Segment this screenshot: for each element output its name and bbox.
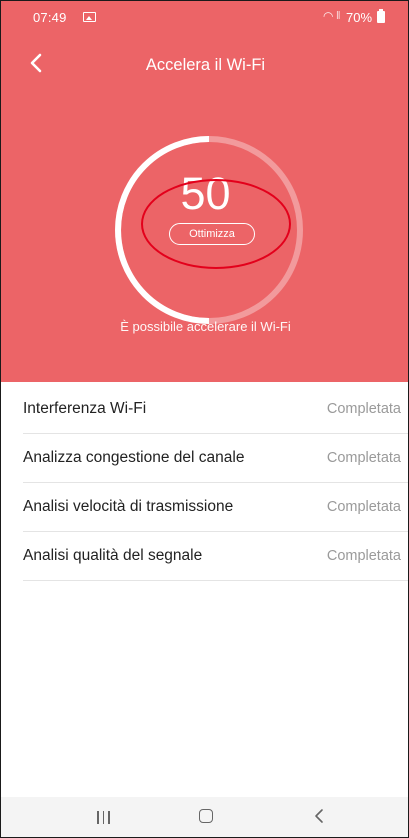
- check-status: Completata: [326, 548, 401, 564]
- home-icon[interactable]: [199, 809, 213, 823]
- status-bar: 07:49 ◠ ‖ 70%: [1, 1, 408, 34]
- system-nav-bar: [1, 797, 408, 837]
- check-status: Completata: [326, 499, 401, 515]
- check-status: Completata: [326, 401, 401, 417]
- page-title: Accelera il Wi-Fi: [145, 56, 266, 74]
- wifi-icon: ◠: [323, 9, 334, 23]
- battery-icon: [377, 9, 385, 23]
- check-row-interference: Interferenza Wi-Fi Completata: [23, 385, 408, 434]
- check-label: Interferenza Wi-Fi: [23, 400, 147, 417]
- app-screen: 07:49 ◠ ‖ 70% Accelera il Wi-Fi 50 Ottim…: [0, 0, 409, 838]
- signal-icon: ‖: [336, 10, 341, 22]
- optimize-button[interactable]: Ottimizza: [169, 223, 255, 245]
- check-status: Completata: [326, 450, 401, 466]
- status-time: 07:49: [33, 10, 67, 25]
- check-row-transmission-speed: Analisi velocità di trasmissione Complet…: [23, 483, 408, 532]
- recents-icon[interactable]: [97, 811, 114, 824]
- gallery-icon: [83, 12, 96, 22]
- hero-subtitle: È possibile accelerare il Wi-Fi: [120, 319, 291, 334]
- back-icon[interactable]: [311, 807, 329, 825]
- check-list: Interferenza Wi-Fi Completata Analizza c…: [23, 385, 408, 581]
- hero-panel: 07:49 ◠ ‖ 70% Accelera il Wi-Fi 50 Ottim…: [1, 1, 408, 382]
- battery-percentage: 70%: [346, 10, 373, 25]
- check-label: Analizza congestione del canale: [23, 449, 245, 466]
- speed-score: 50: [180, 168, 231, 219]
- check-label: Analisi qualità del segnale: [23, 547, 203, 564]
- check-label: Analisi velocità di trasmissione: [23, 498, 234, 515]
- check-row-signal-quality: Analisi qualità del segnale Completata: [23, 532, 408, 581]
- check-row-channel-congestion: Analizza congestione del canale Completa…: [23, 434, 408, 483]
